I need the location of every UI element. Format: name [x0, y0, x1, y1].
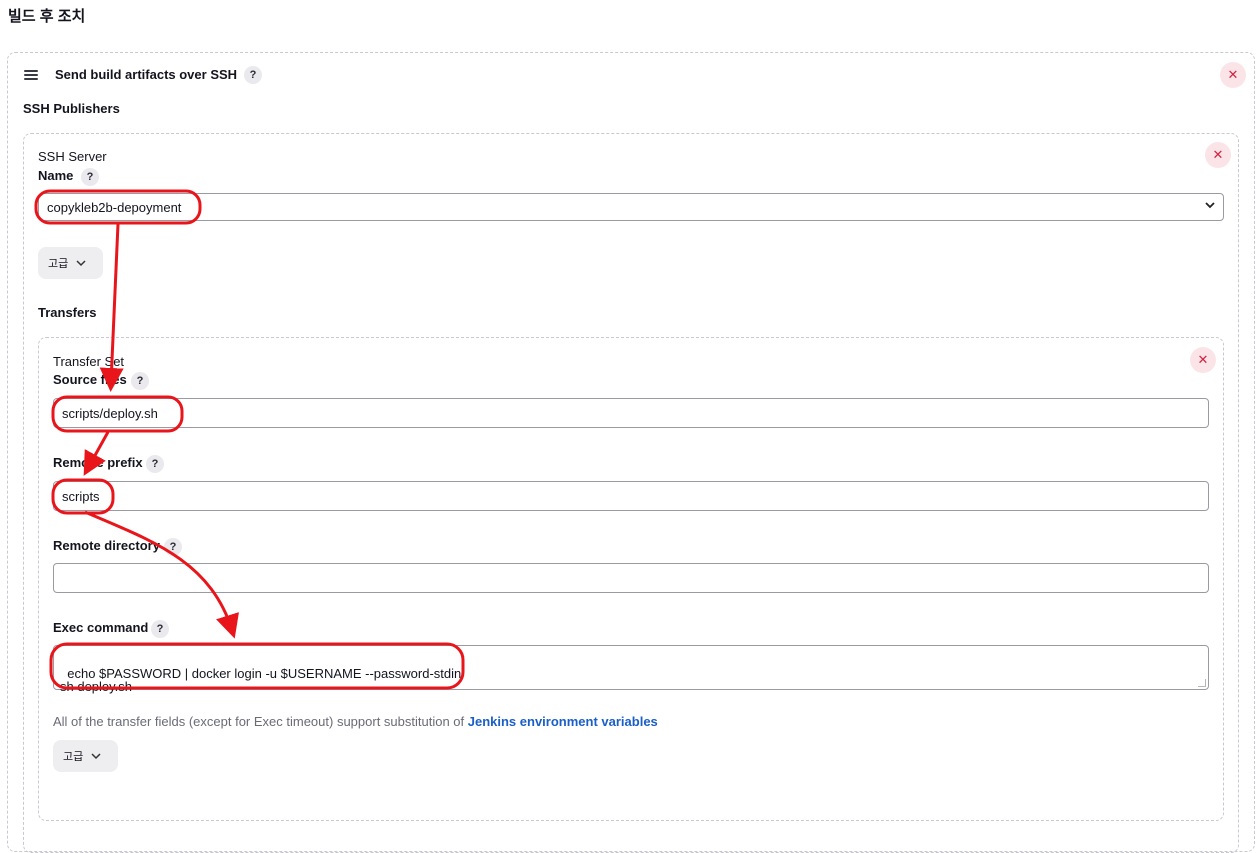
jenkins-env-vars-link[interactable]: Jenkins environment variables — [468, 714, 658, 729]
ssh-publishers-label: SSH Publishers — [23, 101, 120, 116]
ssh-server-name-select[interactable]: copykleb2b-depoyment — [38, 193, 1224, 221]
remove-prefix-help-icon[interactable]: ? — [146, 455, 164, 473]
step-title: Send build artifacts over SSH — [55, 67, 238, 82]
chevron-down-icon — [91, 752, 101, 763]
remote-directory-input[interactable] — [53, 563, 1209, 593]
name-help-icon[interactable]: ? — [81, 168, 99, 186]
remote-directory-help-icon[interactable]: ? — [164, 538, 182, 556]
ssh-server-title: SSH Server — [38, 149, 107, 164]
exec-command-value: echo $PASSWORD | docker login -u $USERNA… — [60, 666, 462, 694]
chevron-down-icon — [76, 259, 86, 270]
transfer-note: All of the transfer fields (except for E… — [53, 714, 658, 729]
server-delete-button[interactable]: ✕ — [1205, 142, 1231, 168]
transfer-note-text: All of the transfer fields (except for E… — [53, 714, 468, 729]
exec-command-help-icon[interactable]: ? — [151, 620, 169, 638]
transfers-label: Transfers — [38, 305, 97, 320]
remove-prefix-input[interactable]: scripts — [53, 481, 1209, 511]
drag-handle-icon[interactable] — [24, 70, 38, 80]
remove-prefix-label: Remove prefix — [53, 455, 143, 470]
exec-command-label: Exec command — [53, 620, 149, 635]
transfer-set-title: Transfer Set — [53, 354, 125, 369]
step-delete-button[interactable]: ✕ — [1220, 62, 1246, 88]
resize-handle-icon[interactable] — [1198, 679, 1206, 687]
transfer-advanced-button[interactable]: 고급 — [53, 740, 118, 772]
ssh-server-name-value: copykleb2b-depoyment — [47, 200, 182, 215]
transfer-set-delete-button[interactable]: ✕ — [1190, 347, 1216, 373]
source-files-label: Source files — [53, 372, 127, 387]
step-help-icon[interactable]: ? — [244, 66, 262, 84]
advanced-label: 고급 — [48, 257, 69, 270]
name-label: Name — [38, 168, 74, 183]
source-files-input[interactable]: scripts/deploy.sh — [53, 398, 1209, 428]
advanced-label: 고급 — [63, 750, 84, 763]
section-title: 빌드 후 조치 — [8, 8, 86, 25]
chevron-down-icon — [1204, 199, 1216, 214]
exec-command-textarea[interactable]: echo $PASSWORD | docker login -u $USERNA… — [53, 645, 1209, 693]
remote-directory-label: Remote directory — [53, 538, 160, 553]
server-advanced-button[interactable]: 고급 — [38, 247, 103, 279]
source-files-help-icon[interactable]: ? — [131, 372, 149, 390]
